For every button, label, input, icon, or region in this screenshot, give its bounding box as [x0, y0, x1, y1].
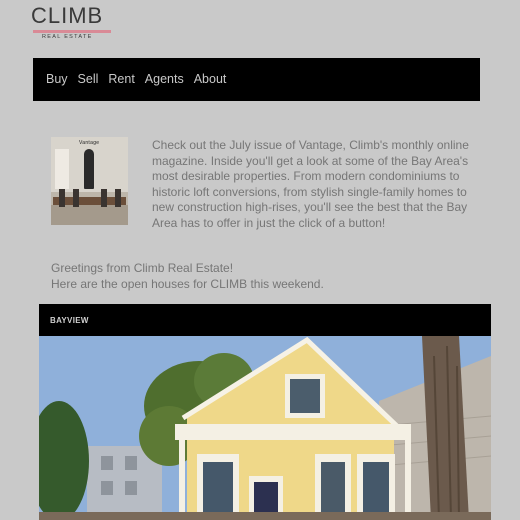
cover-chair	[73, 189, 79, 207]
open-houses-line: Here are the open houses for CLIMB this …	[51, 276, 324, 291]
intro-paragraph: Check out the July issue of Vantage, Cli…	[152, 138, 469, 230]
greeting-line: Greetings from Climb Real Estate!	[51, 261, 234, 275]
listing-photo[interactable]	[39, 336, 491, 520]
cover-chair	[115, 189, 121, 207]
nav-item-about[interactable]: About	[194, 73, 227, 86]
logo-accent-rule	[33, 30, 111, 33]
cover-title: Vantage	[79, 140, 100, 146]
nav-item-agents[interactable]: Agents	[145, 73, 184, 86]
cover-chair	[59, 189, 65, 207]
cover-chair	[101, 189, 107, 207]
house-photo-illustration	[39, 336, 491, 520]
climb-logo[interactable]: CLIMB REAL ESTATE	[31, 5, 113, 41]
listing-neighborhood: BAYVIEW	[50, 315, 89, 325]
main-nav: Buy Sell Rent Agents About	[33, 58, 480, 101]
magazine-cover[interactable]: Vantage	[51, 137, 128, 225]
logo-wordmark: CLIMB	[31, 3, 104, 28]
cover-floor	[51, 205, 128, 225]
cover-model	[84, 149, 94, 189]
nav-item-sell[interactable]: Sell	[78, 73, 99, 86]
listing-header: BAYVIEW	[39, 304, 491, 336]
logo-tagline: REAL ESTATE	[42, 34, 93, 40]
nav-item-buy[interactable]: Buy	[46, 73, 68, 86]
cover-window	[55, 149, 69, 189]
nav-item-rent[interactable]: Rent	[108, 73, 134, 86]
greeting-block: Greetings from Climb Real Estate! Here a…	[51, 261, 324, 292]
